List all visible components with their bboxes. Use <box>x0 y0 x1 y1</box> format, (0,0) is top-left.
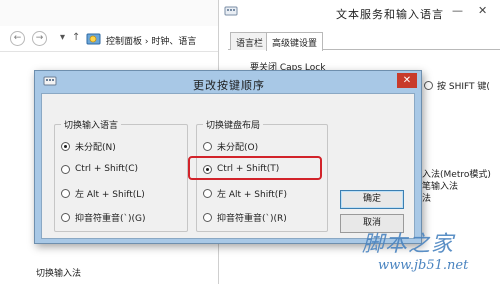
shift-key-option[interactable]: 按 SHIFT 键( <box>424 79 490 92</box>
close-button[interactable]: ✕ <box>397 73 417 88</box>
forward-icon[interactable]: → <box>32 31 47 46</box>
shift-option-label: 按 SHIFT 键( <box>437 82 490 92</box>
option-label: 左 Alt + Shift(L) <box>75 189 145 200</box>
option-label: 未分配(O) <box>217 142 259 153</box>
option-label: 抑音符重音(`)(G) <box>75 213 146 224</box>
option-grave-accent[interactable]: 抑音符重音(`)(R) <box>203 210 287 224</box>
dialog-title: 更改按键顺序 <box>193 79 265 92</box>
option-label: 左 Alt + Shift(F) <box>217 189 287 200</box>
minimize-icon[interactable]: — <box>452 4 463 17</box>
option-label: 未分配(N) <box>75 142 116 153</box>
option-left-alt-shift[interactable]: 左 Alt + Shift(F) <box>203 186 287 200</box>
tab-advanced-key-settings[interactable]: 高级键设置 <box>266 32 324 51</box>
tab-language-bar[interactable]: 语言栏 <box>230 32 270 50</box>
control-panel-icon <box>86 33 101 45</box>
dialog-body: 切换输入语言 未分配(N) Ctrl + Shift(C) 左 Alt + Sh… <box>41 93 415 239</box>
keyboard-icon <box>224 6 238 16</box>
ok-button[interactable]: 确定 <box>340 190 404 209</box>
change-key-sequence-dialog: 更改按键顺序 ✕ 切换输入语言 未分配(N) Ctrl + Shift(C) 左… <box>34 70 422 244</box>
group-title: 切换键盘布局 <box>203 118 264 131</box>
chevron-down-icon[interactable]: ▾ <box>60 32 65 43</box>
group-title: 切换输入语言 <box>61 118 122 131</box>
text-services-title: 文本服务和输入语言 <box>336 8 444 21</box>
radio-button[interactable] <box>61 164 70 174</box>
option-not-assigned[interactable]: 未分配(O) <box>203 139 258 153</box>
radio-button[interactable] <box>203 188 212 198</box>
shift-radio[interactable] <box>424 81 433 90</box>
radio-button[interactable] <box>61 188 70 198</box>
up-arrow-icon[interactable]: ↑ <box>72 32 80 43</box>
radio-button[interactable] <box>203 141 212 151</box>
breadcrumb[interactable]: 控制面板 › 时钟、语言 <box>106 34 196 47</box>
radio-button[interactable] <box>61 212 70 222</box>
option-grave-accent[interactable]: 抑音符重音(`)(G) <box>61 210 146 224</box>
input-language-group: 切换输入语言 未分配(N) Ctrl + Shift(C) 左 Alt + Sh… <box>54 118 188 232</box>
back-icon[interactable]: ← <box>10 31 25 46</box>
option-left-alt-shift[interactable]: 左 Alt + Shift(L) <box>61 186 145 200</box>
ime-item[interactable]: 法 <box>422 191 431 204</box>
switch-input-method-link[interactable]: 切换输入法 <box>36 266 81 279</box>
option-label: Ctrl + Shift(C) <box>75 164 139 174</box>
radio-button[interactable] <box>203 212 212 222</box>
highlight-box <box>188 156 322 180</box>
option-ctrl-shift[interactable]: Ctrl + Shift(C) <box>61 162 138 176</box>
close-icon[interactable]: ✕ <box>478 4 487 17</box>
option-not-assigned[interactable]: 未分配(N) <box>61 139 116 153</box>
control-panel-titlebar <box>0 0 240 26</box>
watermark-site-name: 脚本之家 <box>362 232 455 257</box>
option-label: 抑音符重音(`)(R) <box>217 213 287 224</box>
radio-button[interactable] <box>61 141 70 151</box>
watermark-url: www.jb51.net <box>378 258 469 273</box>
